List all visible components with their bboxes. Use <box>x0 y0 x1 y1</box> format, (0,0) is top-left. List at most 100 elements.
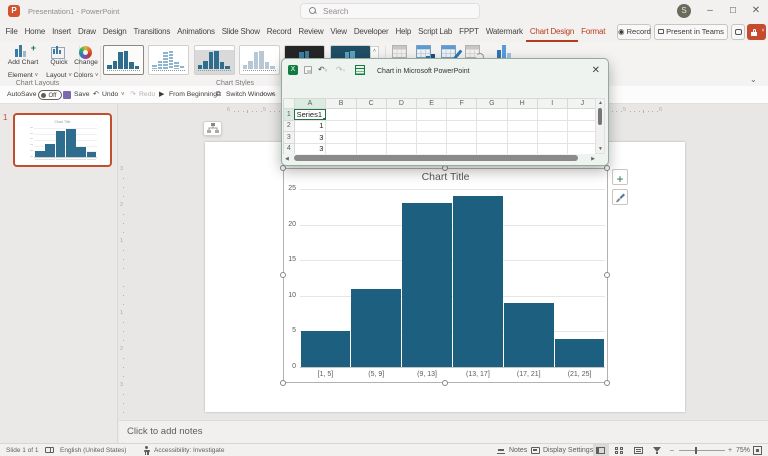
chart-style-1[interactable] <box>103 45 144 75</box>
cell-J3[interactable] <box>567 132 597 144</box>
display-settings-label[interactable]: Display Settings <box>543 445 593 456</box>
undo-caret[interactable]: ˅ <box>121 86 125 104</box>
chart-title[interactable]: Chart Title <box>283 171 608 183</box>
slide-sorter-view-button[interactable] <box>615 447 623 454</box>
zoom-slider-thumb[interactable] <box>695 447 697 454</box>
selection-handle[interactable] <box>280 380 286 386</box>
cell-F3[interactable] <box>447 132 477 144</box>
cell-F2[interactable] <box>447 120 477 132</box>
tab-transitions[interactable]: Transitions <box>130 22 174 42</box>
slide-thumbnail[interactable]: Chart Title <box>13 113 112 167</box>
zoom-level[interactable]: 75% <box>736 445 750 456</box>
cell-B3[interactable] <box>326 132 356 144</box>
popup-vertical-scrollbar[interactable]: ▲ ▼ <box>595 98 605 154</box>
cell-D2[interactable] <box>386 120 416 132</box>
zoom-in-button[interactable]: + <box>728 445 732 456</box>
histogram-bar[interactable] <box>402 203 452 367</box>
col-header-B[interactable]: B <box>326 99 356 109</box>
collapse-ribbon-chevron[interactable]: ⌄ <box>750 75 757 84</box>
avatar[interactable]: S <box>677 4 691 18</box>
chart-style-4[interactable] <box>239 45 280 75</box>
cell-B4[interactable] <box>326 143 356 154</box>
cell-H4[interactable] <box>507 143 537 154</box>
tab-insert[interactable]: Insert <box>49 22 75 42</box>
cell-I1[interactable] <box>537 109 567 121</box>
popup-close-button[interactable]: ✕ <box>592 65 600 76</box>
histogram-bar[interactable] <box>301 331 351 367</box>
tab-fppt[interactable]: FPPT <box>456 22 483 42</box>
tab-review[interactable]: Review <box>295 22 327 42</box>
cell-A3[interactable]: 3 <box>294 132 326 144</box>
tab-slide-show[interactable]: Slide Show <box>218 22 263 42</box>
tab-format[interactable]: Format <box>578 22 609 42</box>
comments-button[interactable] <box>731 24 745 40</box>
present-in-teams-button[interactable]: Present in Teams <box>654 24 728 40</box>
tab-view[interactable]: View <box>327 22 350 42</box>
cell-E1[interactable] <box>416 109 446 121</box>
col-header-G[interactable]: G <box>477 99 507 109</box>
cell-J1[interactable] <box>567 109 597 121</box>
proofing-icon[interactable] <box>45 447 54 453</box>
tab-file[interactable]: File <box>2 22 21 42</box>
cell-A1[interactable]: Series1 <box>294 109 326 121</box>
close-button[interactable]: ✕ <box>748 3 764 19</box>
cell-E4[interactable] <box>416 143 446 154</box>
switch-windows-caret[interactable]: ˅ <box>262 86 266 104</box>
col-header-A[interactable]: A <box>294 99 326 109</box>
tab-record[interactable]: Record <box>263 22 295 42</box>
chart-style-3[interactable] <box>194 45 235 75</box>
cell-I3[interactable] <box>537 132 567 144</box>
tab-chart-design[interactable]: Chart Design <box>526 22 577 42</box>
cell-A4[interactable]: 3 <box>294 143 326 154</box>
cell-F1[interactable] <box>447 109 477 121</box>
tab-home[interactable]: Home <box>21 22 49 42</box>
tab-help[interactable]: Help <box>392 22 415 42</box>
record-button[interactable]: ◉ Record <box>617 24 651 40</box>
floating-options-button[interactable] <box>203 121 222 136</box>
qat-overflow-caret[interactable]: ˅ <box>271 86 275 104</box>
reading-view-button[interactable] <box>634 447 643 454</box>
display-settings-icon[interactable] <box>531 447 540 454</box>
cell-E3[interactable] <box>416 132 446 144</box>
spreadsheet[interactable]: ABCDEFGHIJ1Series1213343 <box>283 98 598 154</box>
switch-windows-label[interactable]: Switch Windows <box>226 86 275 104</box>
from-beginning-icon[interactable]: ▶ <box>159 86 164 104</box>
cell-A2[interactable]: 1 <box>294 120 326 132</box>
popup-horizontal-scrollbar[interactable]: ◀ ▶ <box>283 155 598 162</box>
chart-add-element-button[interactable]: + <box>612 169 628 185</box>
row-header-1[interactable]: 1 <box>284 109 295 121</box>
histogram-bar[interactable] <box>351 289 401 367</box>
cell-J4[interactable] <box>567 143 597 154</box>
cell-G1[interactable] <box>477 109 507 121</box>
popup-table-icon[interactable] <box>355 65 365 75</box>
cell-C3[interactable] <box>356 132 386 144</box>
cell-H1[interactable] <box>507 109 537 121</box>
add-chart-element-button[interactable]: + Add ChartElement ˅ <box>4 45 42 85</box>
popup-save-icon[interactable] <box>304 66 312 74</box>
tab-script-lab[interactable]: Script Lab <box>415 22 456 42</box>
selection-handle[interactable] <box>442 380 448 386</box>
undo-label[interactable]: Undo <box>102 86 118 104</box>
share-button[interactable]: ˅ <box>747 24 766 40</box>
col-header-C[interactable]: C <box>356 99 386 109</box>
save-icon[interactable] <box>63 91 71 99</box>
col-header-H[interactable]: H <box>507 99 537 109</box>
tab-draw[interactable]: Draw <box>74 22 99 42</box>
cell-H3[interactable] <box>507 132 537 144</box>
col-header-E[interactable]: E <box>416 99 446 109</box>
chart-style-2[interactable] <box>148 45 189 75</box>
row-header-4[interactable]: 4 <box>284 143 295 154</box>
cell-C4[interactable] <box>356 143 386 154</box>
autosave-toggle[interactable]: Off <box>38 90 62 100</box>
tab-design[interactable]: Design <box>99 22 130 42</box>
col-header-F[interactable]: F <box>447 99 477 109</box>
cell-C1[interactable] <box>356 109 386 121</box>
selection-handle[interactable] <box>280 272 286 278</box>
normal-view-button[interactable] <box>593 444 609 456</box>
cell-D4[interactable] <box>386 143 416 154</box>
cell-G3[interactable] <box>477 132 507 144</box>
zoom-slider-track[interactable] <box>679 450 725 451</box>
search-input[interactable]: Search <box>300 3 480 19</box>
notes-pane[interactable] <box>119 420 768 443</box>
row-header-2[interactable]: 2 <box>284 120 295 132</box>
